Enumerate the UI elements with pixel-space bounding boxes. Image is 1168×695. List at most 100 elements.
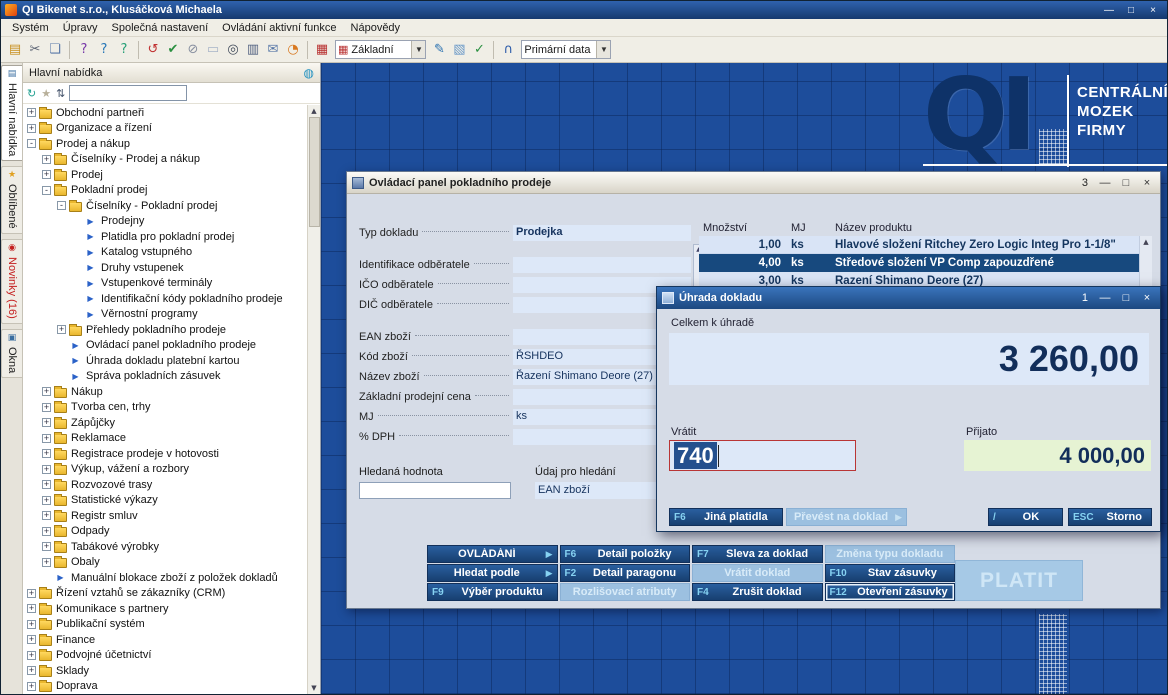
tree-item[interactable]: +Prodej: [23, 167, 320, 183]
tree-expander[interactable]: +: [42, 511, 51, 520]
tree-item[interactable]: +Manuální blokace zboží z položek doklad…: [23, 570, 320, 586]
scroll-up-icon[interactable]: ▲: [311, 105, 316, 117]
change-input[interactable]: 740: [669, 440, 856, 471]
maximize-button[interactable]: □: [1118, 177, 1134, 189]
scroll-up-icon[interactable]: ▲: [1143, 236, 1148, 290]
tree-expander[interactable]: +: [42, 558, 51, 567]
tree-item[interactable]: -Pokladní prodej: [23, 183, 320, 199]
tree-expander[interactable]: +: [27, 620, 36, 629]
column-header-mj[interactable]: MJ: [789, 222, 831, 234]
tree-expander[interactable]: +: [27, 635, 36, 644]
tree-item[interactable]: +Nákup: [23, 384, 320, 400]
tree-expander[interactable]: +: [27, 666, 36, 675]
tree-item[interactable]: +Obaly: [23, 555, 320, 571]
tree-item[interactable]: +Sklady: [23, 663, 320, 679]
menu-item[interactable]: Úpravy: [56, 20, 105, 36]
column-header-qty[interactable]: Množství: [699, 222, 789, 234]
tree-expander[interactable]: +: [42, 542, 51, 551]
convert-to-document-button[interactable]: Převést na doklad ▶: [786, 508, 907, 526]
tree-expander[interactable]: +: [27, 589, 36, 598]
tab-hlavni-nabidka[interactable]: ▤ Hlavní nabídka: [1, 65, 22, 161]
ok-button[interactable]: / OK: [988, 508, 1063, 526]
pos-action-button[interactable]: Vrátit doklad: [692, 564, 823, 582]
tree-item[interactable]: +Vstupenkové terminály: [23, 276, 320, 292]
cut-icon[interactable]: ✂: [25, 40, 45, 60]
favorites-icon[interactable]: ★: [41, 88, 51, 99]
payment-dialog-titlebar[interactable]: Úhrada dokladu 1 — □ ×: [657, 287, 1160, 309]
copy-icon[interactable]: ❏: [45, 40, 65, 60]
tree-item[interactable]: +Komunikace s partnery: [23, 601, 320, 617]
menu-item[interactable]: Systém: [5, 20, 56, 36]
tab-okna[interactable]: ▣ Okna: [1, 329, 22, 378]
tree-expander[interactable]: +: [42, 170, 51, 179]
pos-action-button[interactable]: Změna typu dokladu: [825, 545, 956, 563]
tree-item[interactable]: +Řízení vztahů se zákazníky (CRM): [23, 586, 320, 602]
tree-expander[interactable]: +: [57, 325, 66, 334]
sort-icon[interactable]: ⇅: [56, 88, 65, 99]
received-input[interactable]: 4 000,00: [964, 440, 1151, 471]
tree-item[interactable]: +Finance: [23, 632, 320, 648]
bell-icon[interactable]: ∩: [498, 40, 518, 60]
context-help-icon[interactable]: ?: [114, 40, 134, 60]
tree-item[interactable]: +Správa pokladních zásuvek: [23, 369, 320, 385]
scroll-down-icon[interactable]: ▼: [311, 682, 316, 694]
search-value-input[interactable]: [359, 482, 511, 499]
tree-item[interactable]: +Úhrada dokladu platební kartou: [23, 353, 320, 369]
tree-item[interactable]: +Přehledy pokladního prodeje: [23, 322, 320, 338]
chevron-down-icon[interactable]: ▼: [411, 41, 425, 58]
table-scrollbar[interactable]: ▲: [1139, 236, 1152, 290]
cancel-icon[interactable]: ⊘: [183, 40, 203, 60]
tree-item[interactable]: +Tabákové výrobky: [23, 539, 320, 555]
tree-item[interactable]: +Podvojné účetnictví: [23, 648, 320, 664]
print-preview-icon[interactable]: ▥: [243, 40, 263, 60]
pos-action-button[interactable]: F2 Detail paragonu: [560, 564, 691, 582]
tree-expander[interactable]: -: [42, 186, 51, 195]
tree-expander[interactable]: -: [57, 201, 66, 210]
tree-expander[interactable]: +: [42, 434, 51, 443]
tree-item[interactable]: +Reklamace: [23, 431, 320, 447]
pos-action-button[interactable]: F7 Sleva za doklad: [692, 545, 823, 563]
search-icon[interactable]: ◎: [223, 40, 243, 60]
tree-expander[interactable]: +: [42, 480, 51, 489]
tree-expander[interactable]: +: [27, 604, 36, 613]
tree-item[interactable]: -Prodej a nákup: [23, 136, 320, 152]
tree-item[interactable]: +Prodejny: [23, 214, 320, 230]
tree-item[interactable]: +Odpady: [23, 524, 320, 540]
scrollbar-thumb[interactable]: [309, 117, 320, 227]
close-button[interactable]: ×: [1139, 177, 1155, 189]
mail-icon[interactable]: ✉: [263, 40, 283, 60]
help-icon[interactable]: ?: [74, 40, 94, 60]
undo-icon[interactable]: ↺: [143, 40, 163, 60]
new-record-icon[interactable]: ▭: [203, 40, 223, 60]
tree-item[interactable]: +Doprava: [23, 679, 320, 695]
tree-item[interactable]: +Organizace a řízení: [23, 121, 320, 137]
tree-item[interactable]: +Druhy vstupenek: [23, 260, 320, 276]
apply-view-icon[interactable]: ✓: [469, 40, 489, 60]
tree-expander[interactable]: +: [27, 651, 36, 660]
pay-button[interactable]: PLATIT: [955, 560, 1083, 601]
tree-expander[interactable]: -: [27, 139, 36, 148]
whats-this-icon[interactable]: ?: [94, 40, 114, 60]
field-value[interactable]: Prodejka: [513, 225, 691, 241]
edit-view-icon[interactable]: ✎: [429, 40, 449, 60]
tab-oblibene[interactable]: ★ Oblíbené: [1, 166, 22, 234]
maximize-button[interactable]: □: [1118, 292, 1134, 304]
tree-expander[interactable]: +: [42, 418, 51, 427]
tree-item[interactable]: +Číselníky - Prodej a nákup: [23, 152, 320, 168]
column-header-name[interactable]: Název produktu: [831, 222, 1152, 234]
refresh-icon[interactable]: ↻: [27, 88, 36, 99]
tree-expander[interactable]: +: [42, 496, 51, 505]
tree-item[interactable]: +Katalog vstupného: [23, 245, 320, 261]
chevron-down-icon[interactable]: ▼: [596, 41, 610, 58]
tree-item[interactable]: +Tvorba cen, trhy: [23, 400, 320, 416]
pos-action-button[interactable]: F10 Stav zásuvky: [825, 564, 956, 582]
pos-action-button[interactable]: F12 Otevření zásuvky: [825, 583, 956, 601]
tree-item[interactable]: -Číselníky - Pokladní prodej: [23, 198, 320, 214]
tree-item[interactable]: +Registr smluv: [23, 508, 320, 524]
tree-item[interactable]: +Věrnostní programy: [23, 307, 320, 323]
tree-item[interactable]: +Výkup, vážení a rozbory: [23, 462, 320, 478]
view-combo[interactable]: ▦ Základní ▼: [335, 40, 426, 59]
layout-icon[interactable]: ▧: [449, 40, 469, 60]
view-set-icon[interactable]: ▦: [312, 40, 332, 60]
tree-scrollbar[interactable]: ▲ ▼: [307, 105, 320, 694]
